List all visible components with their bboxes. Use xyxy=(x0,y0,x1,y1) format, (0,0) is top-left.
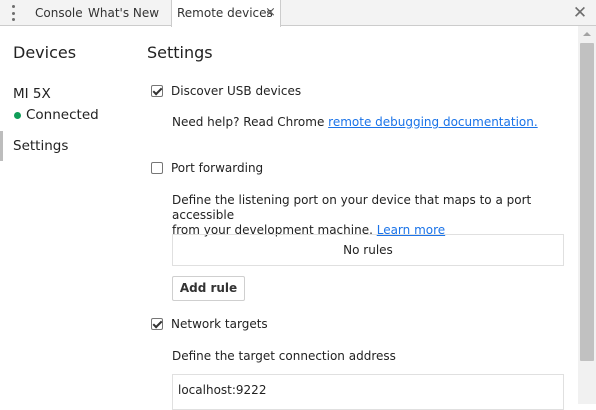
page-title: Settings xyxy=(147,43,213,62)
network-targets-row[interactable]: Network targets xyxy=(151,316,268,332)
close-tab-icon[interactable]: × xyxy=(265,0,276,26)
discover-usb-row[interactable]: Discover USB devices xyxy=(151,83,301,99)
tab-remote-devices[interactable]: Remote devices × xyxy=(171,0,281,27)
remote-debugging-docs-link[interactable]: remote debugging documentation. xyxy=(328,115,538,129)
close-panel-icon[interactable]: ✕ xyxy=(572,2,588,24)
sidebar-item-settings[interactable]: Settings xyxy=(0,131,136,161)
port-forwarding-label: Port forwarding xyxy=(171,161,264,175)
network-targets-checkbox[interactable] xyxy=(151,318,163,330)
port-forwarding-checkbox[interactable] xyxy=(151,162,163,174)
discover-usb-checkbox[interactable] xyxy=(151,85,163,97)
target-address-field[interactable]: localhost:9222 xyxy=(172,374,564,410)
selection-indicator xyxy=(0,131,3,161)
port-forwarding-description-line1: Define the listening port on your device… xyxy=(172,193,532,222)
network-targets-label: Network targets xyxy=(171,317,268,331)
sidebar-title: Devices xyxy=(13,43,77,62)
port-forwarding-description: Define the listening port on your device… xyxy=(172,193,578,238)
status-dot-icon xyxy=(14,111,21,119)
tab-console[interactable]: Console xyxy=(35,0,83,26)
port-forwarding-row[interactable]: Port forwarding xyxy=(151,160,263,176)
devices-sidebar: Devices MI 5X Connected Settings xyxy=(0,26,136,404)
scrollbar-thumb[interactable] xyxy=(580,43,594,361)
network-targets-description: Define the target connection address xyxy=(172,349,396,363)
settings-panel: Settings Discover USB devices Need help?… xyxy=(136,26,578,410)
sidebar-item-device[interactable]: MI 5X xyxy=(13,86,51,102)
vertical-scrollbar[interactable] xyxy=(578,26,596,404)
devtools-tab-bar: Console What's New Remote devices × ✕ xyxy=(0,0,596,27)
discover-usb-label: Discover USB devices xyxy=(171,84,302,98)
tab-remote-devices-label: Remote devices xyxy=(177,6,273,20)
usb-help-text: Need help? Read Chrome remote debugging … xyxy=(172,115,538,130)
scroll-up-arrow-icon[interactable] xyxy=(583,32,591,36)
device-status-label: Connected xyxy=(26,107,99,123)
usb-help-prefix: Need help? Read Chrome xyxy=(172,115,329,129)
kebab-vertical-icon[interactable] xyxy=(10,5,16,21)
tab-whats-new[interactable]: What's New xyxy=(88,0,159,26)
sidebar-item-settings-label: Settings xyxy=(13,138,69,154)
add-rule-button[interactable]: Add rule xyxy=(172,276,245,301)
port-rules-list: No rules xyxy=(172,234,564,266)
device-status: Connected xyxy=(13,107,99,123)
